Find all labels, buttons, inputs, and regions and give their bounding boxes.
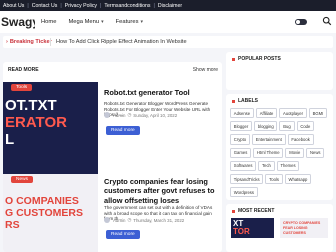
nav-item-label: Mega Menu bbox=[68, 19, 100, 25]
most-recent-widget: MOST RECENT XT TOR CRYPTO COMPANIES FEAR… bbox=[226, 204, 333, 252]
post-thumbnail[interactable]: News O COMPANIES G CUSTOMERS RS bbox=[3, 174, 98, 252]
thumbnail-text: L bbox=[5, 131, 15, 148]
thumbnail-text: RS bbox=[5, 219, 20, 231]
site-logo[interactable]: Swagyo bbox=[1, 15, 35, 29]
post-label-badge[interactable]: News bbox=[11, 176, 33, 183]
clock-icon: ◷ bbox=[127, 217, 132, 222]
post-title[interactable]: Robot.txt generator Tool bbox=[104, 88, 220, 97]
topbar-link-privacy[interactable]: Privacy Policy bbox=[62, 3, 100, 9]
recent-post-thumbnail[interactable]: XT TOR bbox=[231, 218, 274, 238]
thumbnail-text: FEAR LOSING bbox=[283, 226, 308, 230]
show-more-link[interactable]: Show more bbox=[193, 67, 218, 73]
post-meta: Admin ◷ Thursday, March 31, 2022 bbox=[104, 217, 184, 223]
post-thumbnail[interactable]: Tools OT.TXT ERATOR L bbox=[3, 82, 98, 182]
label-tag[interactable]: Auotplayer bbox=[279, 108, 307, 119]
post-label-badge[interactable]: Tools bbox=[11, 84, 33, 91]
labels-widget: LABELS Adsense Affiliate Auotplayer BGMI… bbox=[226, 94, 333, 200]
thumbnail-text: ERATOR bbox=[5, 114, 67, 131]
section-title: READ MORE bbox=[8, 67, 39, 73]
topbar-link-about[interactable]: About Us bbox=[0, 3, 27, 9]
thumbnail-text: CUSTOMERS bbox=[283, 231, 306, 235]
post-date: Sunday, April 10, 2022 bbox=[133, 112, 178, 118]
site-header: Swagyo Home Mega Menu ▾ Features ▾ bbox=[0, 11, 336, 33]
chevron-down-icon: ▾ bbox=[140, 19, 144, 25]
label-tag[interactable]: Games bbox=[230, 147, 252, 158]
nav-item-label: Home bbox=[41, 19, 57, 25]
post-date: Thursday, March 31, 2022 bbox=[133, 217, 185, 223]
label-tag[interactable]: Html Theme bbox=[253, 147, 284, 158]
label-tag[interactable]: Adsense bbox=[230, 108, 254, 119]
read-more-section: READ MORE Show more Tools OT.TXT ERATOR … bbox=[3, 62, 222, 252]
widget-title-text: POPULAR POSTS bbox=[238, 56, 281, 62]
main-nav: Home Mega Menu ▾ Features ▾ bbox=[35, 19, 149, 25]
widget-title: LABELS bbox=[232, 98, 258, 104]
topbar-link-terms[interactable]: Termsandconditions bbox=[101, 3, 153, 9]
square-bullet-icon bbox=[232, 99, 235, 103]
thumbnail-text: CRYPTO COMPANIES bbox=[283, 221, 321, 225]
label-tag[interactable]: blogging bbox=[254, 121, 278, 132]
widget-title-text: MOST RECENT bbox=[238, 208, 275, 214]
label-cloud: Adsense Affiliate Auotplayer BGMI Blogge… bbox=[230, 108, 332, 200]
label-tag[interactable]: Affiliate bbox=[255, 108, 278, 119]
thumbnail-text: O COMPANIES bbox=[5, 195, 79, 207]
label-tag[interactable]: Movie bbox=[285, 147, 305, 158]
nav-item-label: Features bbox=[115, 19, 139, 25]
nav-item-mega-menu[interactable]: Mega Menu ▾ bbox=[62, 19, 109, 25]
post-meta: Admin ◷ Sunday, April 10, 2022 bbox=[104, 112, 177, 118]
post-author[interactable]: Admin bbox=[113, 113, 125, 118]
label-tag[interactable]: Facebook bbox=[287, 134, 314, 145]
thumbnail-text: TOR bbox=[233, 227, 250, 236]
label-tag[interactable]: Themes bbox=[276, 160, 300, 171]
label-tag[interactable]: Entertainment bbox=[251, 134, 286, 145]
popular-posts-widget: POPULAR POSTS bbox=[226, 52, 333, 90]
clock-icon: ◷ bbox=[127, 112, 132, 117]
widget-title: MOST RECENT bbox=[232, 208, 274, 214]
avatar bbox=[104, 112, 110, 118]
label-tag[interactable]: Code bbox=[296, 121, 315, 132]
label-tag[interactable]: Tech bbox=[258, 160, 275, 171]
square-bullet-icon bbox=[232, 57, 235, 61]
breaking-ticker: › Breaking Ticker How To Add Click Rippl… bbox=[3, 36, 333, 48]
label-tag[interactable]: Tools bbox=[265, 173, 283, 185]
label-tag[interactable]: BGMI bbox=[308, 108, 328, 119]
search-icon[interactable] bbox=[322, 16, 332, 26]
label-tag[interactable]: Blogger bbox=[230, 121, 253, 132]
avatar bbox=[104, 217, 110, 223]
recent-post-thumbnail[interactable]: CRYPTO COMPANIES FEAR LOSING CUSTOMERS bbox=[280, 218, 328, 238]
label-tag[interactable]: TipsandTricks bbox=[230, 173, 264, 185]
topbar-link-contact[interactable]: Contact Us bbox=[29, 3, 61, 9]
ticker-label-text: Breaking Ticker bbox=[9, 39, 52, 45]
dark-mode-toggle[interactable] bbox=[295, 19, 307, 25]
thumbnail-text: G CUSTOMERS bbox=[5, 207, 83, 219]
read-more-button[interactable]: Read more bbox=[106, 230, 140, 239]
ticker-label: › Breaking Ticker bbox=[3, 39, 52, 45]
ticker-divider bbox=[50, 38, 51, 46]
ticker-headline[interactable]: How To Add Click Ripple Effect Animation… bbox=[56, 39, 187, 45]
nav-item-home[interactable]: Home bbox=[35, 19, 62, 25]
widget-title-text: LABELS bbox=[238, 98, 258, 104]
post-author[interactable]: Admin bbox=[113, 218, 125, 223]
read-more-button[interactable]: Read more bbox=[106, 126, 140, 135]
topbar-link-disclaimer[interactable]: Disclaimer bbox=[155, 3, 185, 9]
post-title[interactable]: Crypto companies fear losing customers a… bbox=[104, 177, 220, 205]
chevron-down-icon: ▾ bbox=[101, 19, 104, 25]
label-tag[interactable]: Crypto bbox=[230, 134, 250, 145]
label-tag[interactable]: Bug bbox=[279, 121, 295, 132]
widget-title: POPULAR POSTS bbox=[232, 56, 281, 62]
chevron-right-icon: › bbox=[6, 39, 8, 45]
nav-item-features[interactable]: Features ▾ bbox=[110, 19, 149, 25]
label-tag[interactable]: Wordpress bbox=[230, 187, 258, 198]
toggle-knob bbox=[296, 20, 300, 24]
square-bullet-icon bbox=[232, 209, 235, 213]
top-bar: About Us | Contact Us | Privacy Policy |… bbox=[0, 0, 336, 11]
label-tag[interactable]: Whatsapp bbox=[284, 173, 312, 185]
label-tag[interactable]: Softwares bbox=[230, 160, 257, 171]
thumbnail-text: OT.TXT bbox=[5, 97, 57, 114]
label-tag[interactable]: News bbox=[306, 147, 325, 158]
